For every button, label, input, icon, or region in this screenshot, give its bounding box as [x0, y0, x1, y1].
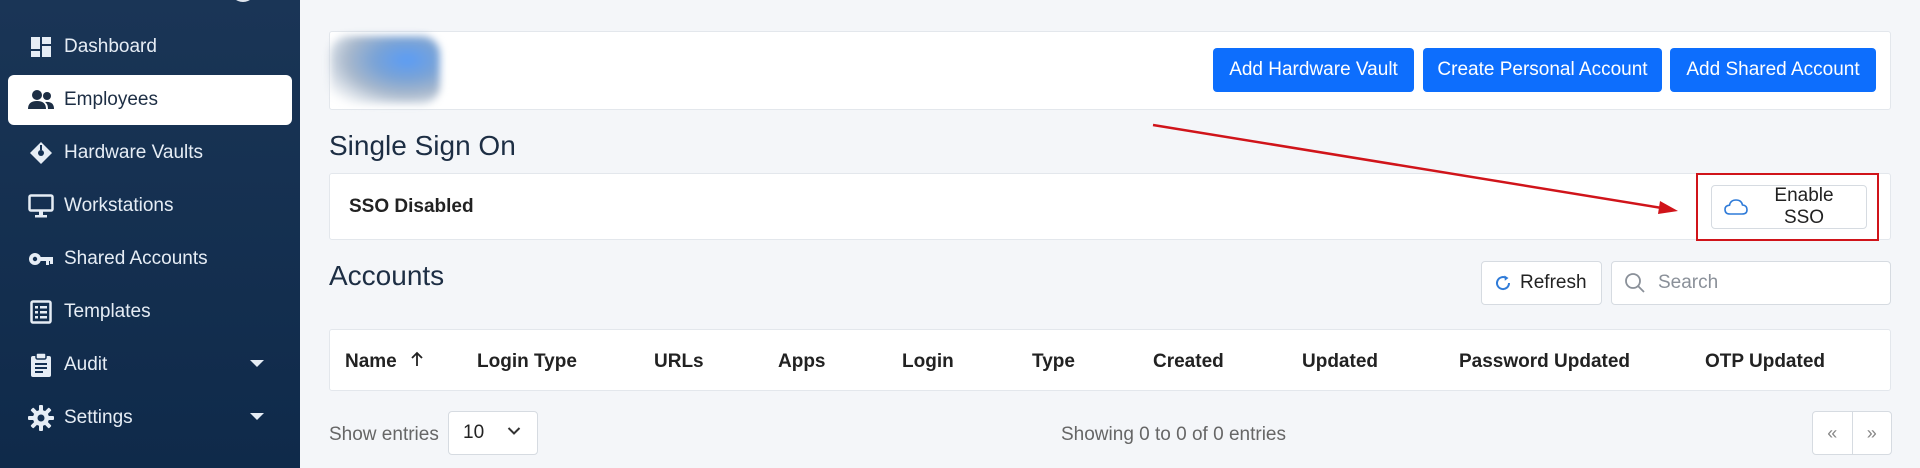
- showing-entries-text: Showing 0 to 0 of 0 entries: [1061, 424, 1286, 445]
- sidebar-item-workstations[interactable]: Workstations: [8, 181, 292, 231]
- main-content: Add Hardware Vault Create Personal Accou…: [300, 0, 1920, 468]
- sso-card: [329, 173, 1891, 240]
- sidebar-item-label: Audit: [64, 354, 108, 375]
- column-header-otp-updated[interactable]: OTP Updated: [1705, 351, 1825, 373]
- column-header-apps[interactable]: Apps: [778, 351, 826, 373]
- avatar: [330, 36, 440, 104]
- refresh-button[interactable]: Refresh: [1481, 261, 1602, 305]
- sidebar-item-label: Dashboard: [64, 36, 157, 57]
- add-hardware-vault-button[interactable]: Add Hardware Vault: [1213, 48, 1414, 92]
- sort-ascending-icon: [410, 351, 424, 373]
- sidebar-item-settings[interactable]: Settings: [8, 393, 292, 443]
- chevron-down-icon: [507, 426, 521, 436]
- add-shared-account-button[interactable]: Add Shared Account: [1670, 48, 1876, 92]
- gear-icon: [28, 405, 54, 431]
- annotation-highlight-box: [1696, 173, 1879, 241]
- search-icon: [1624, 272, 1646, 294]
- chevron-down-icon: [250, 360, 264, 367]
- sidebar-item-shared-accounts[interactable]: Shared Accounts: [8, 234, 292, 284]
- sidebar-item-label: Templates: [64, 301, 151, 322]
- search-box: [1611, 261, 1891, 305]
- page-size-value: 10: [463, 422, 485, 443]
- clipboard-icon: [28, 352, 54, 378]
- show-entries-label: Show entries: [329, 424, 439, 445]
- sidebar-item-templates[interactable]: Templates: [8, 287, 292, 337]
- monitor-icon: [28, 193, 54, 219]
- sidebar-item-label: Workstations: [64, 195, 174, 216]
- sidebar-item-label: Employees: [64, 89, 158, 110]
- diamond-tag-icon: [28, 140, 54, 166]
- search-input[interactable]: [1656, 271, 1880, 295]
- column-header-password-updated[interactable]: Password Updated: [1459, 351, 1630, 373]
- accounts-section-title: Accounts: [329, 260, 445, 291]
- pager-next[interactable]: »: [1853, 412, 1892, 454]
- pagination: « »: [1812, 411, 1892, 455]
- key-icon: [28, 246, 54, 272]
- dashboard-icon: [28, 34, 54, 60]
- users-icon: [28, 87, 54, 113]
- sidebar-item-employees[interactable]: Employees: [8, 75, 292, 125]
- sidebar-item-dashboard[interactable]: Dashboard: [8, 22, 292, 72]
- page-size-select[interactable]: 10: [448, 411, 538, 455]
- list-icon: [28, 299, 54, 325]
- sso-status-text: SSO Disabled: [349, 196, 474, 217]
- column-header-login[interactable]: Login: [902, 351, 954, 373]
- column-header-name[interactable]: Name: [345, 351, 424, 373]
- column-header-type[interactable]: Type: [1032, 351, 1075, 373]
- sidebar: Dashboard Employees Hardware Vaults Work…: [0, 0, 300, 468]
- refresh-label: Refresh: [1520, 272, 1587, 293]
- create-personal-account-button[interactable]: Create Personal Account: [1423, 48, 1662, 92]
- sidebar-item-audit[interactable]: Audit: [8, 340, 292, 390]
- chevron-down-icon: [250, 413, 264, 420]
- column-header-login-type[interactable]: Login Type: [477, 351, 577, 373]
- sidebar-item-label: Settings: [64, 407, 133, 428]
- sidebar-top-decoration: [230, 0, 256, 2]
- column-header-urls[interactable]: URLs: [654, 351, 704, 373]
- sidebar-item-label: Hardware Vaults: [64, 142, 204, 163]
- column-header-updated[interactable]: Updated: [1302, 351, 1378, 373]
- refresh-icon: [1494, 274, 1512, 292]
- sidebar-item-label: Shared Accounts: [64, 248, 208, 269]
- sidebar-item-hardware-vaults[interactable]: Hardware Vaults: [8, 128, 292, 178]
- pager-prev[interactable]: «: [1813, 412, 1853, 454]
- column-header-created[interactable]: Created: [1153, 351, 1224, 373]
- sso-section-title: Single Sign On: [329, 130, 516, 161]
